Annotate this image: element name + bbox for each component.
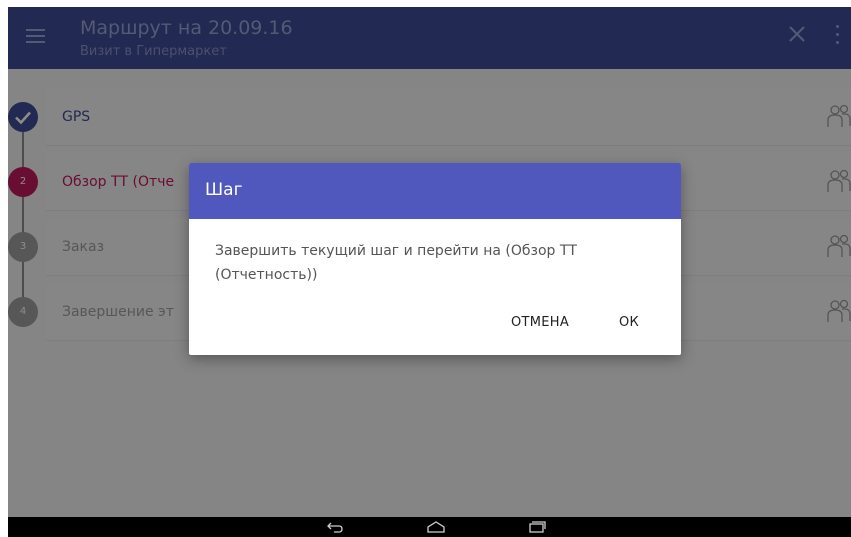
dialog-title: Шаг bbox=[205, 180, 243, 200]
home-icon[interactable] bbox=[425, 520, 447, 534]
cancel-button[interactable]: ОТМЕНА bbox=[511, 312, 569, 334]
recent-apps-icon[interactable] bbox=[525, 520, 547, 534]
back-icon[interactable] bbox=[325, 520, 345, 534]
dialog-header: Шаг bbox=[189, 163, 681, 219]
ok-button[interactable]: ОК bbox=[619, 312, 639, 334]
step-dialog: Шаг Завершить текущий шаг и перейти на (… bbox=[189, 163, 681, 355]
dialog-message: Завершить текущий шаг и перейти на (Обзо… bbox=[215, 243, 577, 283]
system-navigation-bar bbox=[8, 517, 851, 537]
screen: Маршрут на 20.09.16 Визит в Гипермаркет … bbox=[8, 7, 851, 537]
